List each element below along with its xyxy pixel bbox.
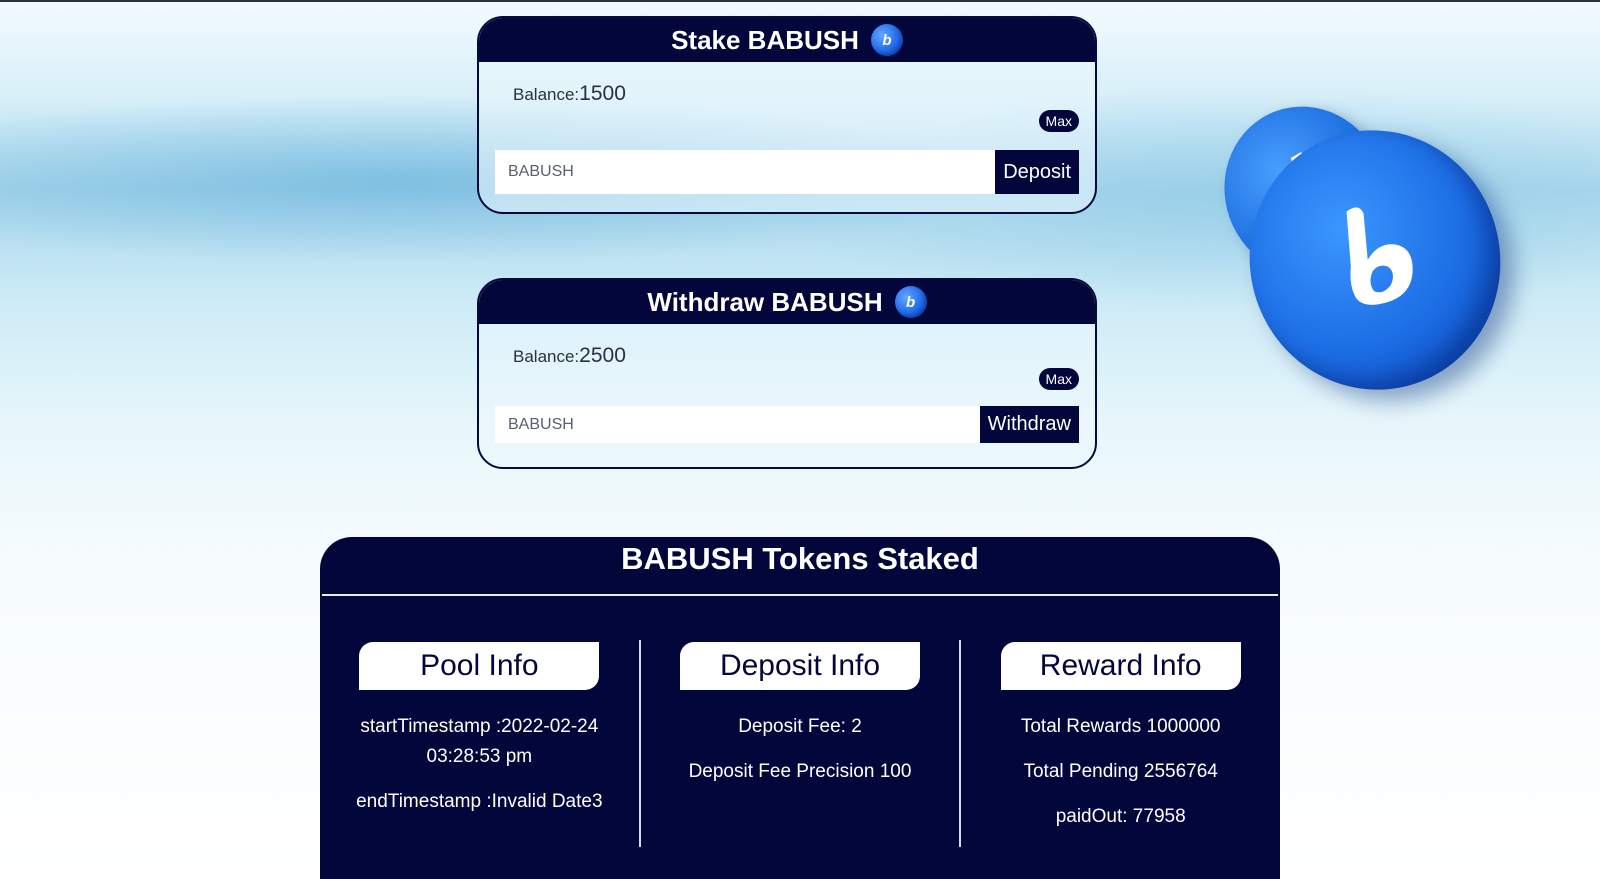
stake-max-button[interactable]: Max (1038, 110, 1079, 132)
babush-coins-illustration (1200, 83, 1530, 418)
pool-info-column: Pool Info startTimestamp :2022-02-24 03:… (320, 642, 639, 847)
deposit-button[interactable]: Deposit (995, 150, 1079, 194)
paid-out: paidOut: 77958 (1055, 806, 1186, 827)
deposit-fee: Deposit Fee: 2 (738, 716, 862, 737)
withdraw-title: Withdraw BABUSH (647, 286, 883, 317)
pool-info-heading: Pool Info (359, 642, 600, 690)
withdraw-balance: Balance:2500 (513, 344, 626, 368)
tokens-staked-panel: BABUSH Tokens Staked Pool Info startTime… (320, 537, 1280, 879)
withdraw-card: Withdraw BABUSH b Balance:2500 Max Withd… (477, 278, 1097, 469)
total-pending: Total Pending 2556764 (1023, 761, 1218, 782)
deposit-info-lines: Deposit Fee: 2 Deposit Fee Precision 100 (689, 712, 912, 802)
stake-balance: Balance:1500 (513, 82, 626, 106)
stake-title: Stake BABUSH (671, 24, 859, 55)
withdraw-max-button[interactable]: Max (1038, 368, 1079, 390)
deposit-info-column: Deposit Info Deposit Fee: 2 Deposit Fee … (641, 642, 960, 847)
reward-info-heading: Reward Info (1000, 642, 1241, 690)
babush-logo-icon (1346, 207, 1413, 305)
stake-balance-value: 1500 (579, 82, 626, 105)
window-top-border (0, 0, 1600, 2)
stake-card-header: Stake BABUSH b (479, 18, 1095, 62)
pool-info-lines: startTimestamp :2022-02-24 03:28:53 pm e… (344, 712, 614, 832)
start-timestamp: startTimestamp :2022-02-24 03:28:53 pm (360, 716, 599, 767)
title-divider (322, 594, 1278, 596)
reward-info-column: Reward Info Total Rewards 1000000 Total … (961, 642, 1280, 847)
withdraw-input-row: Withdraw (495, 406, 1079, 443)
withdraw-balance-value: 2500 (579, 344, 626, 367)
withdraw-amount-input[interactable] (495, 406, 980, 443)
end-timestamp: endTimestamp :Invalid Date3 (356, 791, 603, 812)
info-columns: Pool Info startTimestamp :2022-02-24 03:… (320, 640, 1280, 847)
stake-card: Stake BABUSH b Balance:1500 Max Deposit (477, 16, 1097, 214)
stake-input-row: Deposit (495, 150, 1079, 194)
deposit-fee-precision: Deposit Fee Precision 100 (688, 761, 912, 782)
stake-amount-input[interactable] (495, 150, 996, 194)
deposit-info-heading: Deposit Info (680, 642, 920, 690)
babush-coin-icon: b (894, 286, 927, 318)
total-rewards: Total Rewards 1000000 (1020, 716, 1221, 737)
babush-coin-icon: b (870, 24, 903, 56)
stake-balance-label: Balance: (513, 85, 580, 104)
withdraw-button[interactable]: Withdraw (979, 406, 1079, 443)
reward-info-lines: Total Rewards 1000000 Total Pending 2556… (1021, 712, 1221, 847)
withdraw-card-header: Withdraw BABUSH b (479, 280, 1095, 324)
withdraw-balance-label: Balance: (513, 347, 580, 366)
tokens-staked-title: BABUSH Tokens Staked (621, 541, 979, 576)
